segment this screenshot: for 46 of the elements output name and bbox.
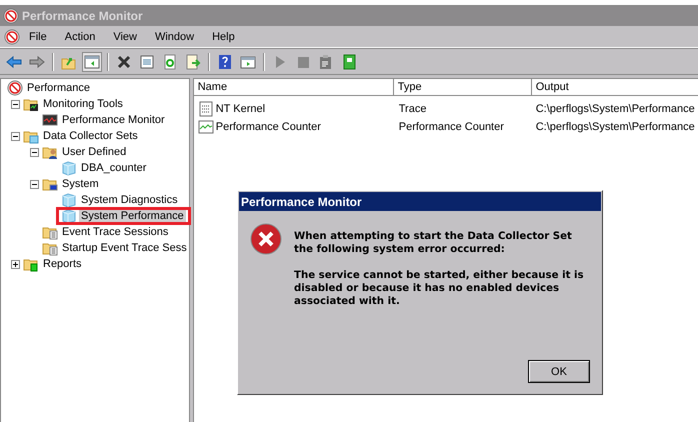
collapse-toggle[interactable] [30,148,38,156]
tree-item[interactable]: Data Collector Sets [41,130,140,142]
collapse-toggle[interactable] [30,180,38,188]
table-cell: Trace [398,103,426,115]
log-icon [198,101,214,117]
tree-item[interactable]: User Defined [60,146,128,158]
tree-item[interactable]: Startup Event Trace Sess [60,242,189,254]
table-cell: C:\perflogs\System\Performance [536,103,695,115]
table-cell: C:\perflogs\System\Performance [536,121,695,133]
tree-item[interactable]: Performance [25,82,92,94]
column-header[interactable]: Name [194,79,394,96]
column-header[interactable]: Type [394,79,532,96]
tree-item[interactable]: System [60,178,101,190]
tree-item[interactable]: System Performance [79,210,186,222]
tree-item[interactable]: System Diagnostics [79,194,180,206]
cube-icon [61,208,77,224]
chart-icon [42,112,58,128]
expand-toggle[interactable] [10,260,20,268]
ok-button[interactable]: OK [528,360,590,383]
app-icon [3,8,19,24]
cube-icon [61,192,77,208]
chart-icon [198,119,214,135]
menu-item[interactable]: Window [146,30,204,42]
tree-item[interactable]: Reports [41,258,84,270]
menu-item[interactable]: File [20,30,56,42]
table-cell: Performance Counter [398,121,504,133]
panel-icon[interactable] [82,52,102,72]
collapse-toggle[interactable] [10,132,20,140]
table-cell: Performance Counter [216,121,321,133]
tree-item[interactable]: Performance Monitor [60,114,167,126]
menu-item[interactable]: Action [56,30,104,42]
window-title: Performance Monitor [22,9,143,23]
error-icon [250,223,282,255]
collapse-toggle[interactable] [10,100,20,108]
tree-item[interactable]: Monitoring Tools [41,98,125,110]
menu-item[interactable]: Help [203,30,244,42]
menu-item[interactable]: View [104,30,146,42]
tree-item[interactable]: Event Trace Sessions [60,226,170,238]
app-icon [4,28,20,44]
dialog-title: Performance Monitor [239,192,601,211]
error-message: When attempting to start the Data Collector Set the following system error occurred: [294,230,573,256]
tree-item[interactable]: DBA_counter [79,162,148,174]
table-cell: NT Kernel [216,103,266,115]
column-header[interactable]: Output [532,79,698,96]
error-message: The service cannot be started, either because it is disabled or because it has no enabled devices associated with it. [294,269,585,308]
cube-icon [61,160,77,176]
